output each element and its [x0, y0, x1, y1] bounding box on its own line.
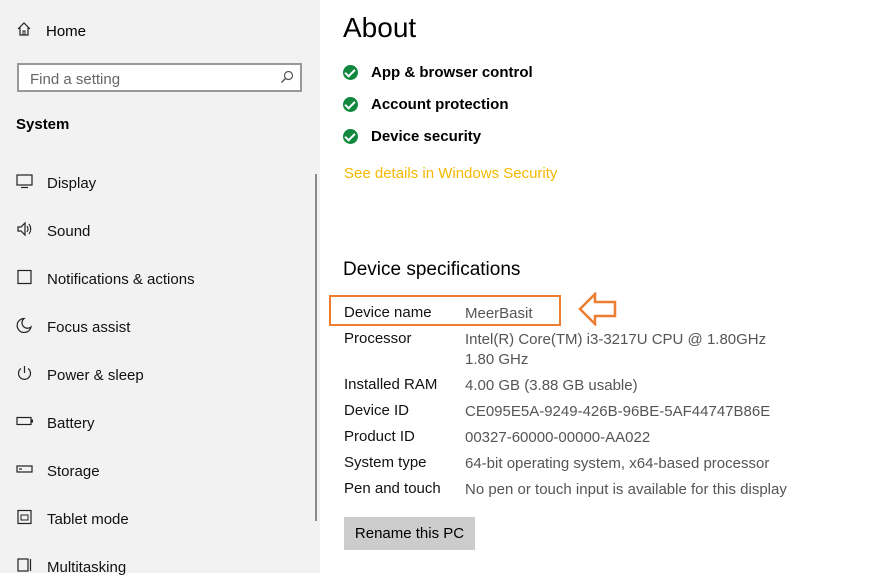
display-icon — [16, 173, 34, 193]
battery-icon — [16, 413, 34, 433]
security-status-label: Account protection — [371, 95, 509, 113]
security-status-item: Account protection — [343, 94, 509, 114]
green-check-icon — [343, 96, 358, 112]
sidebar: Home System Display Sound Notifications … — [0, 0, 320, 576]
device-name-highlight-box — [329, 295, 561, 326]
sidebar-item-multitasking[interactable]: Multitasking — [16, 555, 126, 579]
spec-value: 64-bit operating system, x64-based proce… — [465, 455, 770, 472]
home-label: Home — [46, 22, 87, 40]
spec-value: 4.00 GB (3.88 GB usable) — [465, 377, 638, 394]
sidebar-item-label: Battery — [47, 414, 95, 432]
security-status-item: App & browser control — [343, 62, 533, 82]
page-title: About — [343, 12, 417, 43]
security-status-label: Device security — [371, 127, 482, 145]
storage-icon — [16, 461, 34, 481]
sidebar-item-power-sleep[interactable]: Power & sleep — [16, 363, 144, 387]
sidebar-item-tablet-mode[interactable]: Tablet mode — [16, 507, 129, 531]
security-status-item: Device security — [343, 126, 481, 146]
sidebar-item-label: Notifications & actions — [47, 270, 195, 288]
spec-label: Processor — [344, 330, 412, 347]
sidebar-item-display[interactable]: Display — [16, 171, 96, 195]
rename-pc-button[interactable]: Rename this PC — [344, 517, 475, 550]
multitasking-icon — [16, 557, 34, 577]
sidebar-scrollbar[interactable] — [315, 174, 317, 521]
section-title: System — [16, 116, 70, 133]
spec-label: Installed RAM — [344, 376, 438, 393]
sound-icon — [16, 221, 34, 241]
spec-label: Device ID — [344, 402, 410, 419]
sidebar-item-label: Display — [47, 174, 97, 192]
green-check-icon — [343, 128, 358, 144]
spec-label: Pen and touch — [344, 480, 441, 497]
sidebar-item-focus-assist[interactable]: Focus assist — [16, 315, 130, 339]
sidebar-item-storage[interactable]: Storage — [16, 459, 100, 483]
sidebar-item-label: Tablet mode — [47, 510, 129, 528]
sidebar-item-notifications[interactable]: Notifications & actions — [16, 267, 195, 291]
sidebar-item-label: Focus assist — [47, 318, 131, 336]
arrow-left-icon — [578, 290, 618, 331]
spec-value: CE095E5A-9249-426B-96BE-5AF44747B86E — [465, 403, 771, 420]
spec-label: System type — [344, 454, 427, 471]
sidebar-item-label: Sound — [47, 222, 91, 240]
sidebar-item-label: Storage — [47, 462, 100, 480]
spec-label: Product ID — [344, 428, 415, 445]
sidebar-item-battery[interactable]: Battery — [16, 411, 95, 435]
search-box[interactable] — [17, 63, 302, 92]
home-icon — [16, 21, 32, 41]
windows-security-link[interactable]: See details in Windows Security — [344, 165, 557, 182]
notifications-icon — [16, 269, 34, 289]
power-icon — [16, 365, 34, 385]
device-specifications-title: Device specifications — [343, 259, 521, 280]
sidebar-item-label: Power & sleep — [47, 366, 144, 384]
security-status-label: App & browser control — [371, 63, 533, 81]
spec-value: Intel(R) Core(TM) i3-3217U CPU @ 1.80GHz… — [465, 331, 779, 368]
home-nav-item[interactable]: Home — [16, 20, 86, 42]
spec-value: 00327-60000-00000-AA022 — [465, 429, 651, 446]
sidebar-item-sound[interactable]: Sound — [16, 219, 90, 243]
green-check-icon — [343, 64, 358, 80]
search-icon[interactable] — [280, 70, 294, 89]
search-input[interactable] — [28, 69, 272, 89]
spec-value: No pen or touch input is available for t… — [465, 481, 787, 498]
tablet-icon — [16, 509, 34, 529]
moon-icon — [16, 317, 34, 337]
